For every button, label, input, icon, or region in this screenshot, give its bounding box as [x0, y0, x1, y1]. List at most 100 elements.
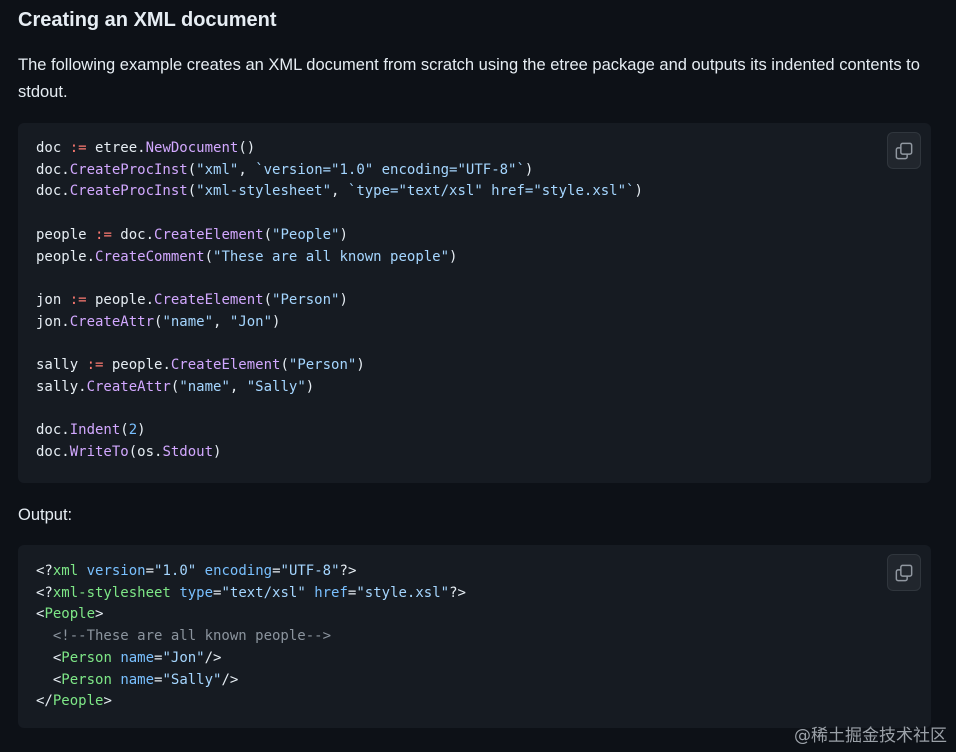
code-token: name	[120, 649, 155, 666]
code-line: <People>	[36, 606, 103, 622]
code-token: )	[339, 291, 348, 308]
code-token: )	[634, 183, 643, 200]
code-token: CreateProcInst	[69, 161, 188, 178]
code-token: sally.	[36, 378, 87, 395]
code-token: "Jon"	[162, 649, 205, 666]
code-token: "These are all known people"	[213, 248, 450, 265]
code-token: =	[272, 563, 281, 579]
code-token: (	[263, 226, 273, 243]
code-token: "Jon"	[229, 313, 273, 330]
code-token: CreateElement	[154, 226, 264, 243]
code-token: CreateAttr	[69, 313, 155, 330]
code-token: <!--These are all known people-->	[52, 628, 332, 645]
code-token: `version="1.0" encoding="UTF-8"`	[255, 161, 525, 178]
section-description: The following example creates an XML doc…	[18, 56, 920, 101]
code-token: =	[145, 563, 155, 579]
code-token: doc.	[36, 161, 70, 178]
code-token: (	[280, 357, 289, 374]
code-token: doc	[36, 140, 70, 156]
code-token: "xml"	[196, 161, 239, 178]
copy-code-button[interactable]	[887, 132, 921, 169]
code-line: jon.CreateAttr("name", "Jon")	[36, 314, 280, 330]
code-token: name	[120, 671, 155, 688]
code-token: "Sally"	[162, 671, 222, 688]
code-token: etree.	[86, 140, 146, 156]
code-token: "name"	[162, 313, 214, 330]
code-token: "style.xsl"	[356, 584, 450, 601]
code-token: people.	[36, 248, 96, 265]
code-token: :=	[69, 291, 87, 308]
code-token: ,	[331, 183, 348, 200]
code-token: WriteTo	[69, 443, 129, 460]
code-token: :=	[86, 357, 104, 374]
code-token: encoding	[204, 563, 273, 579]
code-token: </	[36, 693, 53, 710]
code-token: >	[103, 693, 112, 710]
code-token: ,	[213, 313, 230, 330]
code-token: "Person"	[272, 291, 340, 308]
copy-code-button[interactable]	[887, 554, 921, 591]
code-token: )	[137, 422, 146, 439]
code-token: doc.	[36, 422, 70, 439]
code-token: <?	[36, 563, 53, 579]
code-line: <Person name="Sally"/>	[36, 671, 239, 688]
code-token: (	[204, 248, 214, 265]
code-line: <Person name="Jon"/>	[36, 649, 222, 666]
code-token: />	[221, 671, 239, 688]
code-token: "Person"	[288, 357, 357, 374]
code-token: people.	[103, 357, 171, 374]
code-token: Person	[61, 649, 112, 666]
code-token: ,	[238, 161, 256, 178]
code-token: doc.	[36, 443, 70, 460]
code-token: 2	[128, 422, 138, 439]
code-token: "People"	[272, 226, 340, 243]
code-token: <	[36, 649, 62, 666]
code-token: )	[272, 313, 281, 330]
code-token: jon.	[36, 313, 70, 330]
code-token: <?	[36, 584, 53, 601]
code-token: :=	[69, 140, 87, 156]
code-line: doc.CreateProcInst("xml-stylesheet", `ty…	[36, 183, 643, 199]
code-line: doc.CreateProcInst("xml", `version="1.0"…	[36, 162, 533, 178]
code-token: `type="text/xsl" href="style.xsl"`	[347, 183, 635, 200]
code-line: sally.CreateAttr("name", "Sally")	[36, 379, 314, 395]
code-token: version	[86, 563, 146, 579]
code-content[interactable]: doc := etree.NewDocument() doc.CreatePro…	[36, 138, 643, 464]
code-line: doc.Indent(2)	[36, 422, 146, 438]
code-token: ?>	[449, 584, 466, 601]
code-token: sally	[36, 357, 87, 374]
code-line: doc := etree.NewDocument()	[36, 140, 255, 156]
code-token: CreateAttr	[86, 378, 171, 395]
code-content[interactable]: <?xml version="1.0" encoding="UTF-8"?> <…	[36, 561, 466, 713]
code-token: )	[449, 248, 458, 265]
code-token: Stdout	[162, 443, 214, 460]
code-line: people := doc.CreateElement("People")	[36, 227, 348, 243]
code-token: jon	[36, 291, 70, 308]
code-token: "name"	[179, 378, 230, 395]
code-line: people.CreateComment("These are all know…	[36, 249, 457, 265]
copy-icon	[895, 564, 913, 581]
code-token: people	[36, 226, 96, 243]
code-token: "text/xsl"	[221, 584, 306, 601]
code-token: (os.	[128, 443, 163, 460]
code-token: NewDocument	[145, 140, 239, 156]
code-token: (	[263, 291, 273, 308]
code-line: <?xml version="1.0" encoding="UTF-8"?>	[36, 563, 356, 579]
code-token: )	[356, 357, 365, 374]
code-token: "UTF-8"	[280, 563, 340, 579]
code-token: People	[52, 693, 104, 710]
output-label: Output:	[18, 506, 73, 524]
code-token: doc.	[36, 183, 70, 200]
code-token: CreateProcInst	[69, 183, 188, 200]
code-token: "1.0"	[154, 563, 197, 579]
code-line: doc.WriteTo(os.Stdout)	[36, 444, 221, 460]
code-token: >	[95, 606, 104, 623]
code-line: sally := people.CreateElement("Person")	[36, 357, 365, 373]
code-token: xml-stylesheet	[52, 584, 171, 601]
code-token: Person	[61, 671, 112, 688]
code-token: CreateComment	[95, 248, 205, 265]
code-token: People	[44, 606, 96, 623]
site-watermark: @稀土掘金技术社区	[794, 726, 947, 746]
